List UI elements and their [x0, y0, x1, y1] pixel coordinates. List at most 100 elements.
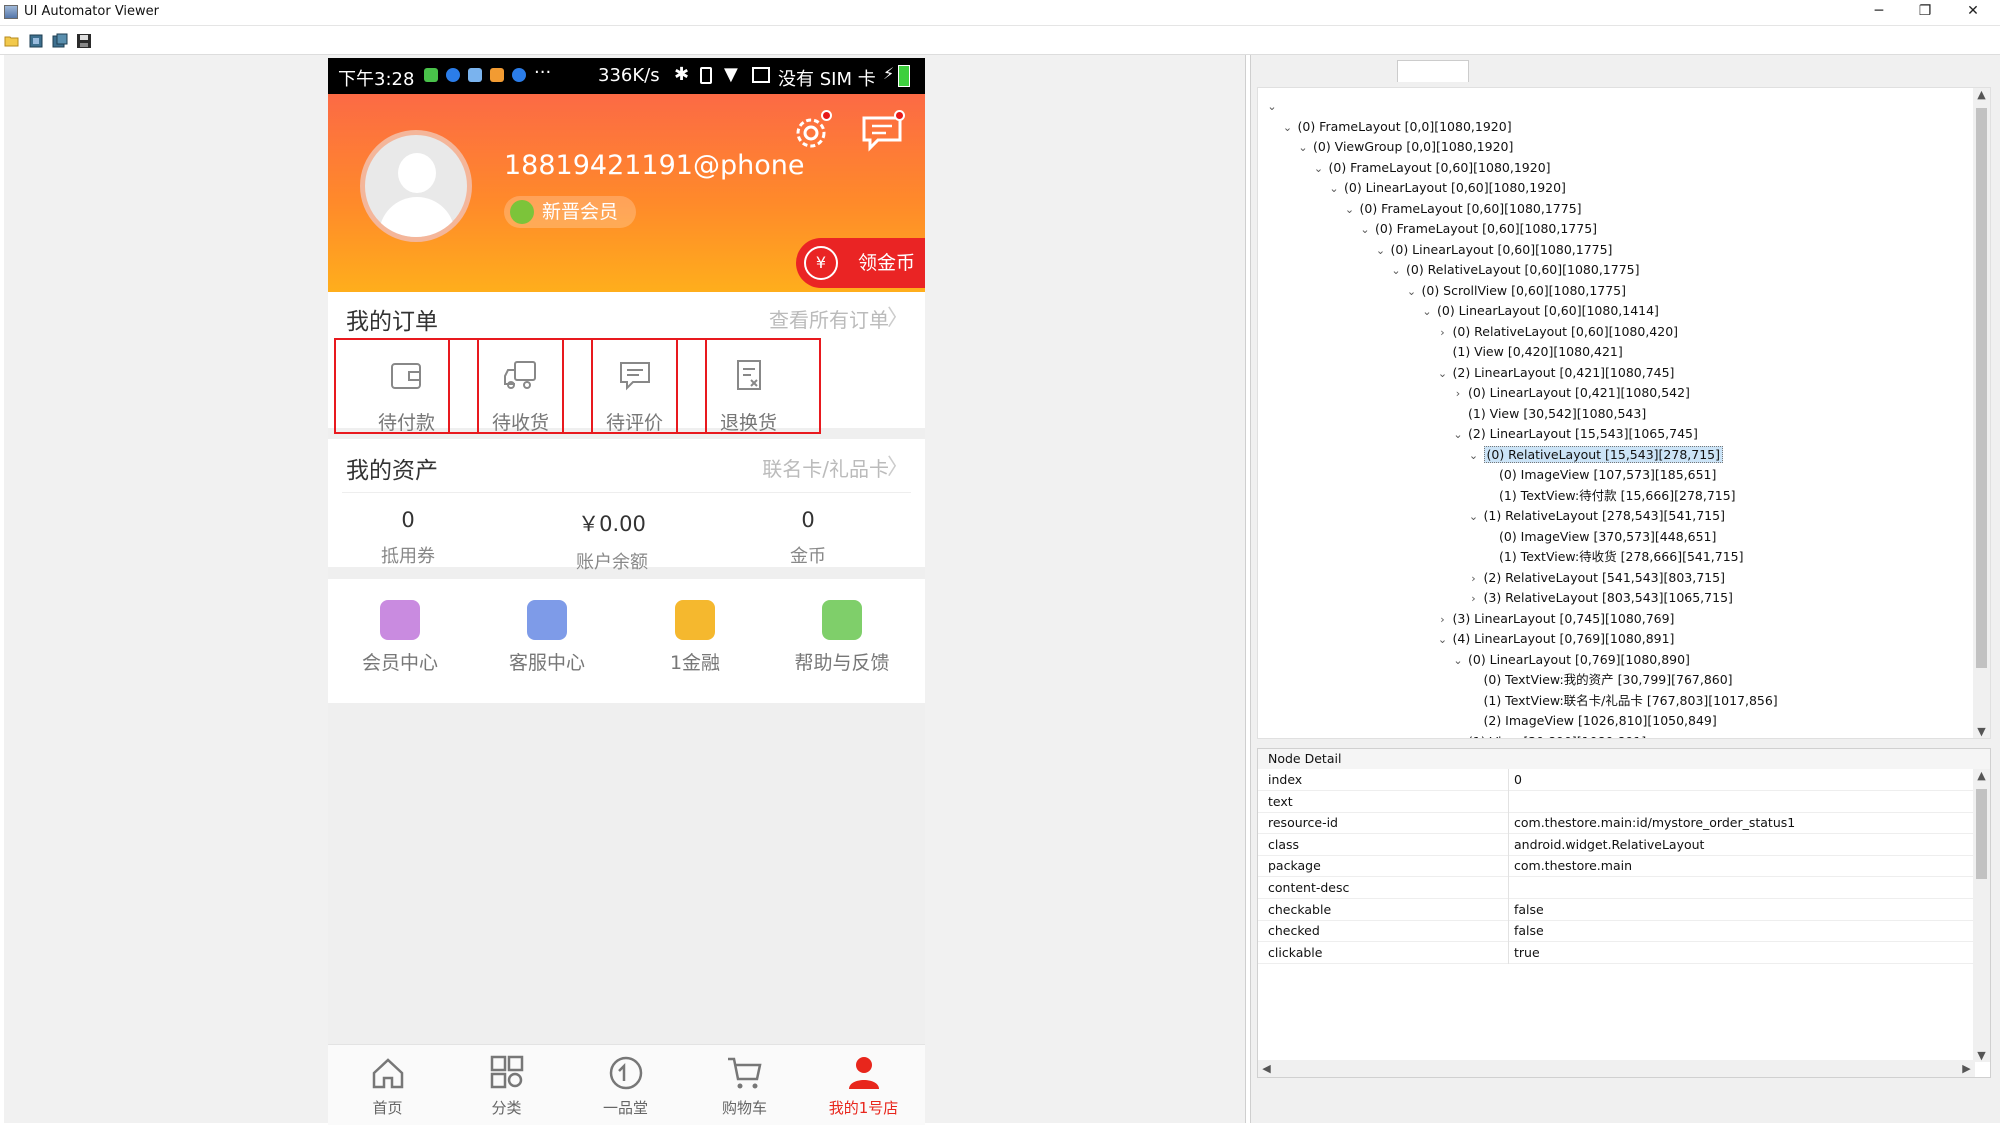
expanded-chevron-icon[interactable]: ⌄ — [1293, 138, 1313, 158]
tree-node[interactable]: ⌄ (0) FrameLayout [0,60][1080,1920] — [1309, 158, 1551, 178]
collapsed-chevron-icon[interactable]: › — [1464, 569, 1484, 589]
collapsed-chevron-icon[interactable]: › — [1448, 384, 1468, 404]
expanded-chevron-icon[interactable]: ⌄ — [1340, 200, 1360, 220]
expanded-chevron-icon[interactable]: ⌄ — [1402, 282, 1422, 302]
tree-node[interactable]: ⌄ (4) LinearLayout [0,769][1080,891] — [1433, 629, 1675, 649]
tree-node[interactable]: (1) TextView:待付款 [15,666][278,715] — [1479, 486, 1736, 506]
nav-my-store[interactable]: 我的1号店 — [804, 1045, 923, 1125]
nav-category[interactable]: 分类 — [447, 1045, 566, 1125]
view-all-orders-link[interactable]: 查看所有订单 — [769, 304, 889, 333]
scrollbar-thumb[interactable] — [1976, 789, 1987, 879]
tree-node[interactable]: (1) TextView:待收货 [278,666][541,715] — [1479, 547, 1744, 567]
tree-node[interactable]: ⌄ (0) LinearLayout [0,60][1080,1920] — [1324, 178, 1566, 198]
collapsed-chevron-icon[interactable]: › — [1433, 323, 1453, 343]
close-button[interactable]: ✕ — [1950, 0, 1996, 26]
expanded-chevron-icon[interactable]: ⌄ — [1355, 220, 1375, 240]
detail-row[interactable]: checkable false — [1258, 898, 1975, 921]
scroll-left-arrow-icon[interactable]: ◀ — [1258, 1060, 1275, 1077]
collapsed-chevron-icon[interactable]: › — [1433, 610, 1453, 630]
tree-node[interactable]: (0) ImageView [107,573][185,651] — [1479, 465, 1716, 485]
detail-row[interactable]: clickable true — [1258, 941, 1975, 964]
nav-cart[interactable]: 购物车 — [685, 1045, 804, 1125]
tree-node[interactable]: › (0) RelativeLayout [0,60][1080,420] — [1433, 322, 1678, 343]
expanded-chevron-icon[interactable]: ⌄ — [1324, 179, 1344, 199]
device-screenshot-compressed-icon[interactable] — [52, 33, 68, 49]
tree-node[interactable]: ⌄ (0) ViewGroup [0,0][1080,1920] — [1293, 137, 1513, 157]
tree-node[interactable]: (2) ImageView [1026,810][1050,849] — [1464, 711, 1717, 731]
asset-coins[interactable]: 0 金币 — [718, 508, 898, 568]
tree-node[interactable]: › (0) LinearLayout [0,421][1080,542] — [1448, 383, 1690, 403]
expanded-chevron-icon[interactable]: ⌄ — [1386, 261, 1406, 281]
tree-node[interactable]: ⌄ (0) ScrollView [0,60][1080,1775] — [1402, 281, 1626, 302]
expanded-chevron-icon[interactable]: ⌄ — [1309, 159, 1329, 179]
tree-node[interactable]: (1) View [30,542][1080,543] — [1448, 404, 1646, 424]
service-finance[interactable]: 1金融 — [625, 600, 765, 675]
minimize-button[interactable]: ─ — [1856, 0, 1902, 26]
device-screenshot-icon[interactable] — [28, 33, 44, 49]
collapsed-chevron-icon[interactable]: › — [1464, 589, 1484, 609]
expanded-chevron-icon[interactable]: ⌄ — [1464, 446, 1484, 466]
scroll-right-arrow-icon[interactable]: ▶ — [1958, 1060, 1975, 1077]
member-badge[interactable]: 新晋会员 — [504, 196, 637, 228]
device-screenshot[interactable]: 下午3:28 ··· 336K/s ✱ ▼ 没有 SIM 卡 ⚡ 1881942… — [328, 58, 925, 1125]
expanded-chevron-icon[interactable]: ⌄ — [1433, 630, 1453, 650]
tree-node[interactable]: ⌄ (2) LinearLayout [15,543][1065,745] — [1448, 424, 1698, 444]
tree-vertical-scrollbar[interactable]: ▲ ▼ — [1973, 88, 1990, 738]
detail-row[interactable]: index 0 — [1258, 769, 1975, 791]
detail-row[interactable]: content-desc — [1258, 877, 1975, 899]
service-member-center[interactable]: 会员中心 — [330, 600, 470, 675]
cobrand-gift-card-link[interactable]: 联名卡/礼品卡 — [762, 453, 889, 482]
detail-horizontal-scrollbar[interactable]: ◀ ▶ — [1258, 1060, 1975, 1077]
tree-node[interactable]: ⌄ (0) FrameLayout [0,60][1080,1775] — [1340, 199, 1582, 219]
search-tab[interactable] — [1397, 60, 1469, 82]
nav-yipintang[interactable]: 一品堂 — [566, 1045, 685, 1125]
tree-node[interactable]: (0) ImageView [370,573][448,651] — [1479, 527, 1716, 547]
get-coins-button[interactable]: ¥ 领金币 — [796, 238, 925, 288]
expanded-chevron-icon[interactable]: ⌄ — [1448, 425, 1468, 445]
tree-node[interactable]: ⌄ (0) FrameLayout [0,60][1080,1775] — [1355, 219, 1597, 239]
tree-node[interactable]: (0) TextView:我的资产 [30,799][767,860] — [1464, 670, 1733, 690]
asset-coupons[interactable]: 0 抵用券 — [328, 508, 498, 568]
tree-node[interactable]: ⌄ (0) RelativeLayout [0,60][1080,1775] — [1386, 260, 1639, 281]
scroll-up-arrow-icon[interactable]: ▲ — [1973, 88, 1990, 101]
tree-node[interactable]: (1) TextView:联名卡/礼品卡 [767,803][1017,856] — [1464, 691, 1778, 711]
tree-node[interactable]: ⌄ (0) RelativeLayout [15,543][278,715] — [1464, 445, 1723, 466]
expanded-chevron-icon[interactable]: ⌄ — [1433, 364, 1453, 384]
tree-node[interactable]: ⌄ (0) LinearLayout [0,60][1080,1775] — [1371, 240, 1613, 260]
service-customer-service[interactable]: 客服中心 — [477, 600, 617, 675]
scroll-down-arrow-icon[interactable]: ▼ — [1973, 1049, 1990, 1062]
tree-node[interactable]: (1) View [30,890][1080,891] — [1448, 732, 1646, 739]
detail-row[interactable]: package com.thestore.main — [1258, 855, 1975, 878]
tree-node[interactable]: ⌄ (0) LinearLayout [0,60][1080,1414] — [1417, 301, 1659, 321]
detail-row[interactable]: resource-id com.thestore.main:id/mystore_… — [1258, 812, 1975, 835]
expanded-chevron-icon[interactable]: ⌄ — [1417, 302, 1437, 322]
scroll-up-arrow-icon[interactable]: ▲ — [1973, 769, 1990, 782]
expanded-chevron-icon[interactable]: ⌄ — [1448, 651, 1468, 671]
avatar[interactable] — [360, 130, 472, 242]
service-help-feedback[interactable]: 帮助与反馈 — [772, 600, 912, 675]
nav-home[interactable]: 首页 — [328, 1045, 447, 1125]
tree-node[interactable]: ⌄ (1) RelativeLayout [278,543][541,715] — [1464, 506, 1725, 526]
tree-node[interactable]: ⌄ (0) FrameLayout [0,0][1080,1920] — [1278, 117, 1512, 137]
detail-row[interactable]: checked false — [1258, 920, 1975, 943]
tree-node[interactable]: › (2) RelativeLayout [541,543][803,715] — [1464, 568, 1725, 588]
detail-row[interactable]: class android.widget.RelativeLayout — [1258, 833, 1975, 856]
order-status-returns[interactable]: 退换货 — [676, 338, 821, 434]
expanded-chevron-icon[interactable]: ⌄ — [1371, 241, 1391, 261]
tree-node[interactable]: ⌄ (2) LinearLayout [0,421][1080,745] — [1433, 363, 1675, 383]
expanded-chevron-icon[interactable]: ⌄ — [1262, 97, 1282, 117]
scrollbar-thumb[interactable] — [1976, 108, 1987, 668]
hierarchy-tree[interactable]: ⌄ ⌄ (0) FrameLayout [0,0][1080,1920] ⌄ (0) V… — [1257, 87, 1991, 739]
tree-node[interactable]: ⌄ (0) LinearLayout [0,769][1080,890] — [1448, 650, 1690, 670]
detail-row[interactable]: text — [1258, 790, 1975, 813]
scroll-down-arrow-icon[interactable]: ▼ — [1973, 725, 1990, 738]
detail-vertical-scrollbar[interactable]: ▲ ▼ — [1973, 769, 1990, 1062]
open-folder-icon[interactable] — [4, 33, 20, 49]
asset-balance[interactable]: ￥0.00 账户余额 — [522, 508, 702, 574]
maximize-button[interactable]: ❐ — [1902, 0, 1948, 26]
tree-node[interactable]: ⌄ — [1262, 96, 1282, 116]
tree-node[interactable]: (1) View [0,420][1080,421] — [1433, 342, 1623, 362]
tree-node[interactable]: › (3) LinearLayout [0,745][1080,769] — [1433, 609, 1674, 630]
save-icon[interactable] — [76, 33, 92, 49]
expanded-chevron-icon[interactable]: ⌄ — [1278, 118, 1298, 138]
